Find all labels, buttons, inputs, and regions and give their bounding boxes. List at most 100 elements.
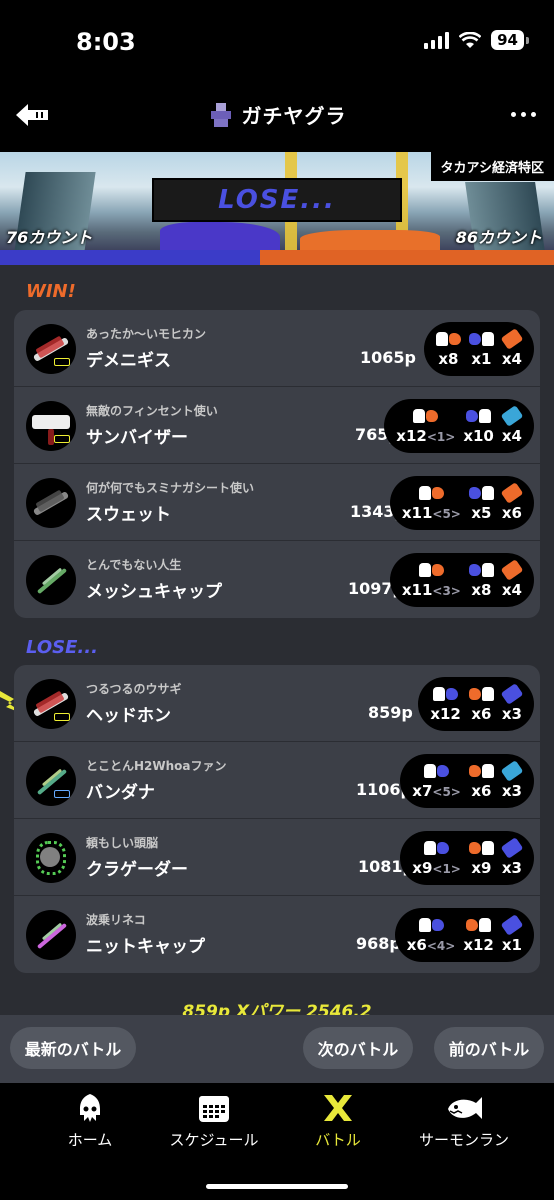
special-icon [468,484,494,502]
score-bar-orange [259,250,554,265]
special-count: x5 [471,504,492,522]
special-use-count: x4 [501,581,522,599]
tab-label: ホーム [67,1131,113,1149]
special-icon [466,407,492,425]
special-weapon-icon [500,559,524,581]
player-title: 頼もしい頭脳 [86,836,159,850]
nav-bar: ガチヤグラ [0,80,554,152]
special-count: x1 [471,350,492,368]
special-count: x10 [463,427,494,445]
stage-banner: タカアシ経済特区 LOSE... 76カウント 86カウント [0,152,554,252]
player-row[interactable]: あったか～いモヒカン デメニギス 1065p x8 x1 x4 [14,310,540,387]
kill-icon [418,484,444,502]
special-icon [468,839,494,857]
player-row[interactable]: 無敵のフィンセント使い サンバイザー 765p x12<1> x10 x4 [14,387,540,464]
special-use-count: x6 [501,504,522,522]
special-use-count: x3 [501,782,522,800]
squid-icon [80,1094,100,1122]
status-time: 8:03 [76,28,136,56]
assist-count: <5> [432,785,461,799]
special-count: x6 [471,705,492,723]
player-row[interactable]: とことんH2Whoaファン バンダナ 1106p x7<5> x6 x3 [14,742,540,819]
nav-title: ガチヤグラ [241,104,347,128]
player-points: 1065p [360,348,416,367]
weapon-icon [26,478,76,528]
tab-schedule[interactable]: スケジュール [154,1093,274,1150]
player-name: ニットキャップ [86,937,205,957]
tower-control-icon [210,102,231,127]
kill-icon [435,330,461,348]
special-icon [468,762,494,780]
score-bar-blue [0,250,260,265]
special-weapon-icon [500,837,524,859]
kill-count: x12 [396,427,427,445]
kill-count: x11 [401,504,433,522]
kill-icon [433,685,459,703]
special-use-count: x1 [501,936,522,954]
win-label: WIN! [26,281,76,302]
more-icon[interactable] [511,112,536,117]
nav-title-group: ガチヤグラ [0,100,554,129]
lose-team: つるつるのウサギ ヘッドホン 859p x12 x6 x3 とことんH2Whoa… [14,665,540,973]
battle-nav-bar: 最新のバトル 次のバトル 前のバトル [0,1015,554,1083]
weapon-icon [26,833,76,883]
kill-icon [413,407,439,425]
status-icons: 94 [424,30,529,50]
player-row[interactable]: とんでもない人生 メッシュキャップ 1097p x11<3> x8 x4 [14,541,540,618]
blue-ink [160,222,280,252]
tab-salmon-run[interactable]: サーモンラン [404,1093,524,1150]
player-row[interactable]: 頼もしい頭脳 クラゲーダー 1081p x9<1> x9 x3 [14,819,540,896]
special-count: x8 [471,581,492,599]
player-stats: x11<5> x5 x6 [389,476,534,530]
special-weapon-icon [500,683,524,705]
next-battle-button[interactable]: 次のバトル [303,1027,413,1069]
player-points: 859p [368,703,413,722]
weapon-icon [26,756,76,806]
kill-icon [418,561,444,579]
assist-count: <4> [426,939,456,953]
assist-count: <5> [432,507,461,521]
result-text: LOSE... [218,185,336,215]
player-row[interactable]: つるつるのウサギ ヘッドホン 859p x12 x6 x3 [14,665,540,742]
special-use-count: x3 [501,705,522,723]
prev-battle-button[interactable]: 前のバトル [434,1027,544,1069]
status-bar: 8:03 94 [0,0,554,80]
score-bar [0,250,554,265]
special-icon [468,685,494,703]
player-stats: x11<3> x8 x4 [389,553,534,607]
assist-count: <1> [426,430,456,444]
tab-battle[interactable]: バトル [278,1093,398,1150]
special-icon [466,916,492,934]
player-title: とことんH2Whoaファン [86,759,227,773]
player-stats: x12<1> x10 x4 [384,399,534,453]
special-weapon-icon [500,914,524,936]
weapon-icon [26,324,76,374]
latest-battle-button[interactable]: 最新のバトル [10,1027,136,1069]
player-name: スウェット [86,505,171,525]
player-row[interactable]: 波乗リネコ ニットキャップ 968p x6<4> x12 x1 [14,896,540,973]
player-name: デメニギス [86,351,171,371]
orange-ink [300,230,440,252]
player-title: あったか～いモヒカン [86,327,207,341]
battery-icon: 94 [491,30,529,50]
tab-home[interactable]: ホーム [30,1093,150,1150]
kill-icon [424,839,450,857]
player-stats: x7<5> x6 x3 [400,754,534,808]
battle-icon [324,1095,352,1121]
player-stats: x8 x1 x4 [423,322,534,376]
result-box: LOSE... [152,178,402,222]
player-title: とんでもない人生 [86,558,182,572]
wifi-icon [459,31,482,48]
weapon-icon [26,401,76,451]
weapon-icon [26,555,76,605]
special-icon [468,561,494,579]
player-row[interactable]: 何が何でもスミナガシート使い スウェット 1343p x11<5> x5 x6 [14,464,540,541]
player-name: ヘッドホン [86,706,171,726]
kill-count: x8 [438,350,459,368]
player-title: 何が何でもスミナガシート使い [86,481,255,495]
player-title: 無敵のフィンセント使い [86,404,218,418]
weapon-icon [26,679,76,729]
special-weapon-icon [500,405,524,427]
home-indicator[interactable] [206,1184,348,1189]
lose-label: LOSE... [26,637,98,658]
